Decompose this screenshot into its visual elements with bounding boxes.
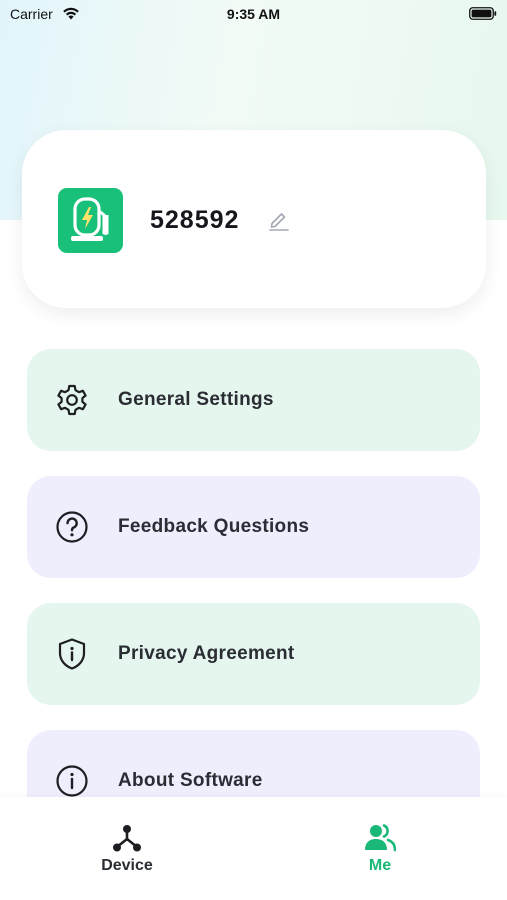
tab-label: Me: [368, 857, 392, 874]
tab-device[interactable]: Device: [67, 797, 187, 887]
me-screen: Carrier 9:35 AM 528592 General Settings …: [0, 0, 507, 900]
info-icon: [56, 765, 88, 797]
menu-item-label: General Settings: [118, 389, 274, 410]
question-icon: [56, 511, 88, 543]
users-icon: [365, 824, 396, 852]
charger-icon: [70, 196, 108, 241]
status-bar: Carrier 9:35 AM: [0, 0, 507, 28]
battery-icon: [469, 7, 497, 20]
status-time: 9:35 AM: [226, 6, 281, 22]
menu-item-privacy-agreement[interactable]: Privacy Agreement: [27, 603, 480, 705]
menu-item-feedback-questions[interactable]: Feedback Questions: [27, 476, 480, 578]
menu-item-general-settings[interactable]: General Settings: [27, 349, 480, 451]
tab-me[interactable]: Me: [320, 797, 440, 887]
tab-label: Device: [101, 857, 153, 874]
user-id: 528592: [150, 206, 240, 234]
menu-item-label: About Software: [118, 770, 263, 791]
avatar[interactable]: [58, 188, 123, 253]
edit-icon[interactable]: [267, 208, 291, 232]
tab-bar: Device Me: [0, 797, 507, 900]
menu-item-label: Feedback Questions: [118, 516, 310, 537]
gear-icon: [57, 384, 87, 416]
shield-icon: [58, 638, 86, 670]
profile-card: 528592: [22, 130, 486, 308]
device-network-icon: [113, 825, 141, 852]
menu-item-label: Privacy Agreement: [118, 643, 295, 664]
